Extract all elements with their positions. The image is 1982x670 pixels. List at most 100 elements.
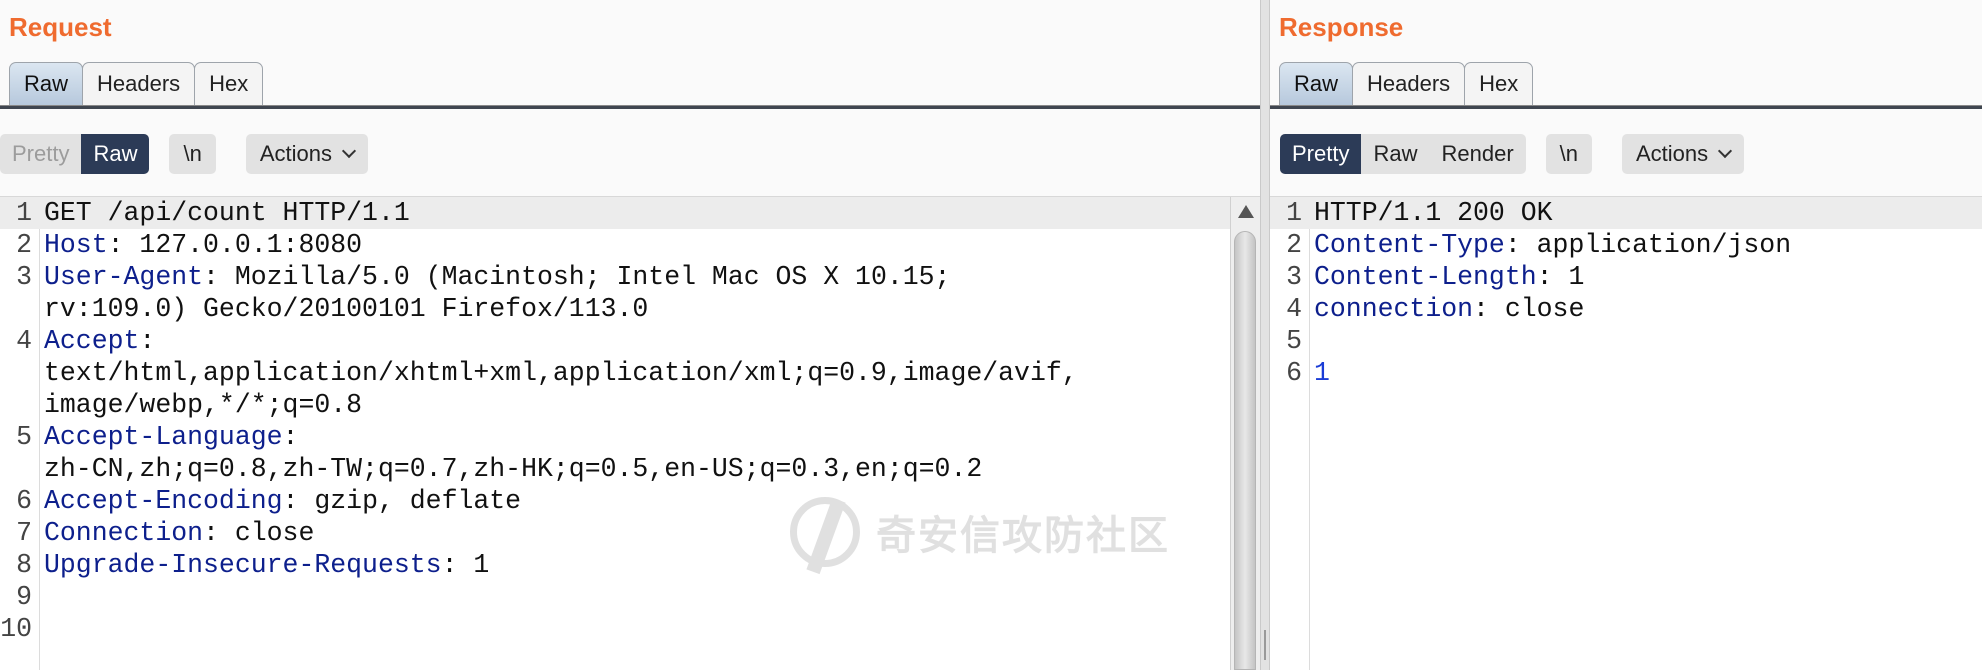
watermark: 奇安信攻防社区 [790, 497, 1170, 567]
request-actions-label: Actions [259, 141, 332, 166]
line-number: 3 [1286, 262, 1302, 292]
request-title: Request [9, 12, 112, 42]
line-number: 6 [16, 486, 32, 516]
request-tab-headers[interactable]: Headers [82, 62, 196, 106]
request-line-4-wrap: text/html,application/xhtml+xml,applicat… [0, 357, 1260, 389]
header-value: close [1488, 294, 1585, 324]
header-value-continued: text/html,application/xhtml+xml,applicat… [44, 358, 1078, 388]
response-tab-headers[interactable]: Headers [1352, 62, 1466, 106]
line-number: 5 [16, 422, 32, 452]
divider-grip-icon[interactable] [1264, 630, 1266, 660]
request-newline-button[interactable]: \n [169, 134, 216, 174]
header-value: 1 [457, 550, 490, 580]
response-render-button[interactable]: Render [1429, 134, 1525, 174]
header-value-continued: rv:109.0) Gecko/20100101 Firefox/113.0 [44, 294, 649, 324]
request-raw-button[interactable]: Raw [81, 134, 150, 174]
header-value: Mozilla/5.0 (Macintosh; Intel Mac OS X 1… [218, 262, 951, 292]
response-tab-raw[interactable]: Raw [1279, 62, 1354, 106]
request-tab-rule [0, 105, 1260, 109]
response-tabs: Raw Headers Hex [1279, 62, 1534, 106]
response-tab-hex[interactable]: Hex [1464, 62, 1534, 106]
header-name: Accept-Language [44, 422, 283, 452]
line-number: 1 [16, 198, 32, 228]
request-editor[interactable]: 1 GET /api/count HTTP/1.1 2 Host: 127.0.… [0, 196, 1260, 670]
response-actions-button[interactable]: Actions [1622, 134, 1745, 174]
request-view-toggle: Pretty Raw [0, 134, 150, 174]
response-line-6: 6 1 [1270, 357, 1982, 389]
request-line-2: 2 Host: 127.0.0.1:8080 [0, 229, 1260, 261]
response-toolbar: Pretty Raw Render \n Actions [1280, 134, 1745, 174]
header-name: Upgrade-Insecure-Requests [44, 550, 442, 580]
line-number: 1 [1286, 198, 1302, 228]
request-line-9: 9 [0, 581, 1260, 613]
chevron-down-icon [341, 143, 357, 159]
scroll-up-arrow-icon[interactable] [1237, 205, 1254, 218]
header-separator: : [139, 326, 156, 356]
request-pretty-button[interactable]: Pretty [0, 134, 81, 174]
request-line-3: 3 User-Agent: Mozilla/5.0 (Macintosh; In… [0, 261, 1260, 293]
line-text: GET /api/count HTTP/1.1 [44, 198, 410, 228]
response-actions-label: Actions [1636, 141, 1709, 166]
header-name: Content-Type [1314, 230, 1505, 260]
response-title: Response [1279, 12, 1404, 42]
response-code: 1 HTTP/1.1 200 OK 2 Content-Type: applic… [1270, 197, 1982, 389]
request-actions-button[interactable]: Actions [245, 134, 368, 174]
request-tabs: Raw Headers Hex [9, 62, 264, 106]
header-name: Content-Length [1314, 262, 1537, 292]
line-number: 10 [0, 614, 32, 644]
request-line-1: 1 GET /api/count HTTP/1.1 [0, 197, 1260, 229]
response-line-4: 4 connection: close [1270, 293, 1982, 325]
header-value: 1 [1552, 262, 1585, 292]
header-value: gzip, deflate [298, 486, 522, 516]
response-line-5: 5 [1270, 325, 1982, 357]
watermark-logo-icon [790, 497, 860, 567]
request-line-5: 5 Accept-Language: [0, 421, 1260, 453]
header-value-continued: zh-CN,zh;q=0.8,zh-TW;q=0.7,zh-HK;q=0.5,e… [44, 454, 983, 484]
response-body: 1 [1314, 358, 1330, 388]
line-number: 9 [16, 582, 32, 612]
response-pretty-button[interactable]: Pretty [1280, 134, 1362, 174]
request-pane: Request Raw Headers Hex Pretty Raw \n Ac… [0, 0, 1260, 670]
header-separator: : [203, 262, 219, 292]
header-name: connection [1314, 294, 1474, 324]
request-line-4-wrap-2: image/webp,*/*;q=0.8 [0, 389, 1260, 421]
line-number: 4 [1286, 294, 1302, 324]
request-code: 1 GET /api/count HTTP/1.1 2 Host: 127.0.… [0, 197, 1260, 645]
status-line: HTTP/1.1 200 OK [1314, 198, 1553, 228]
pane-divider[interactable] [1260, 0, 1270, 670]
header-separator: : [1504, 230, 1521, 260]
response-view-toggle: Pretty Raw Render [1280, 134, 1526, 174]
request-line-5-wrap: zh-CN,zh;q=0.8,zh-TW;q=0.7,zh-HK;q=0.5,e… [0, 453, 1260, 485]
header-separator: : [203, 518, 219, 548]
header-value: 127.0.0.1:8080 [123, 230, 363, 260]
response-newline-button[interactable]: \n [1545, 134, 1592, 174]
request-line-10: 10 [0, 613, 1260, 645]
response-line-1: 1 HTTP/1.1 200 OK [1270, 197, 1982, 229]
response-line-3: 3 Content-Length: 1 [1270, 261, 1982, 293]
header-separator: : [282, 422, 299, 452]
response-line-2: 2 Content-Type: application/json [1270, 229, 1982, 261]
header-name: Connection [44, 518, 204, 548]
watermark-text: 奇安信攻防社区 [876, 513, 1170, 559]
request-tab-hex[interactable]: Hex [194, 62, 264, 106]
line-number: 4 [16, 326, 32, 356]
request-toolbar: Pretty Raw \n Actions [0, 134, 368, 174]
header-name: Host [44, 230, 108, 260]
header-name: Accept-Encoding [44, 486, 283, 516]
response-pane: Response Raw Headers Hex Pretty Raw Rend… [1270, 0, 1982, 670]
request-scroll-thumb[interactable] [1234, 231, 1256, 670]
response-raw-button[interactable]: Raw [1361, 134, 1429, 174]
request-line-4: 4 Accept: [0, 325, 1260, 357]
header-value-continued: image/webp,*/*;q=0.8 [44, 390, 363, 420]
header-name: User-Agent [44, 262, 204, 292]
request-line-3-wrap: rv:109.0) Gecko/20100101 Firefox/113.0 [0, 293, 1260, 325]
request-tab-raw[interactable]: Raw [9, 62, 84, 106]
request-scrollbar[interactable] [1230, 197, 1260, 670]
line-number: 2 [1286, 230, 1302, 260]
line-number: 6 [1286, 358, 1302, 388]
response-editor[interactable]: 1 HTTP/1.1 200 OK 2 Content-Type: applic… [1270, 196, 1982, 670]
header-value: application/json [1520, 230, 1792, 260]
response-tab-rule [1270, 105, 1982, 109]
chevron-down-icon [1718, 143, 1733, 159]
header-separator: : [1536, 262, 1553, 292]
